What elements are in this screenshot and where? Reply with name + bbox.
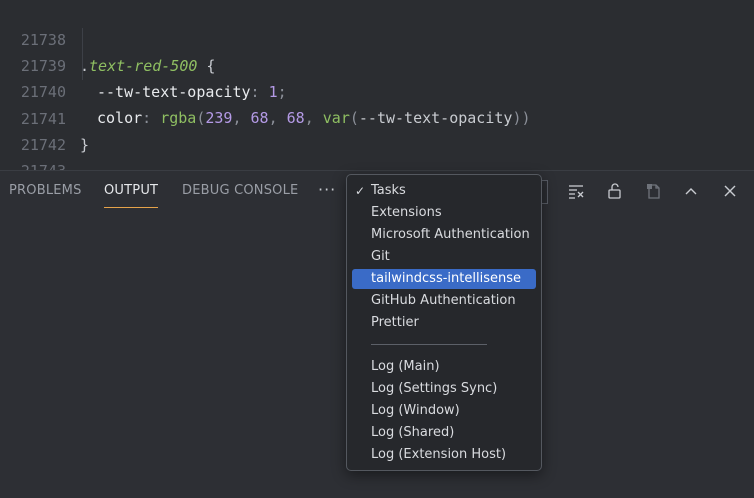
maximize-panel-icon[interactable] — [680, 180, 702, 202]
dropdown-item-log-settings-sync[interactable]: Log (Settings Sync) — [352, 379, 536, 399]
code-line[interactable]: 21741 } — [0, 80, 754, 154]
code-line[interactable]: 21742 — [0, 106, 754, 154]
clear-output-icon[interactable] — [565, 180, 587, 202]
lock-icon[interactable] — [604, 180, 626, 202]
dropdown-item-microsoft-authentication[interactable]: Microsoft Authentication — [352, 225, 536, 245]
dropdown-item-log-extension-host[interactable]: Log (Extension Host) — [352, 445, 536, 465]
checkmark-icon: ✓ — [355, 184, 366, 198]
dropdown-item-github-authentication[interactable]: GitHub Authentication — [352, 291, 536, 311]
dropdown-item-extensions[interactable]: Extensions — [352, 203, 536, 223]
dropdown-item-log-window[interactable]: Log (Window) — [352, 401, 536, 421]
tab-debug-console[interactable]: DEBUG CONSOLE — [182, 183, 298, 207]
code-line[interactable]: 21738 .text-red-500 { — [0, 1, 754, 75]
dropdown-item-git[interactable]: Git — [352, 247, 536, 267]
code-line[interactable]: 21743 .text-red-600 { — [0, 132, 754, 170]
dropdown-item-log-main[interactable]: Log (Main) — [352, 357, 536, 377]
dropdown-separator — [371, 344, 487, 345]
line-number: 21743 — [0, 158, 66, 170]
open-log-icon[interactable] — [643, 180, 665, 202]
dropdown-item-tailwindcss-intellisense[interactable]: tailwindcss-intellisense — [352, 269, 536, 289]
output-channel-dropdown: ✓ Tasks Extensions Microsoft Authenticat… — [346, 174, 542, 471]
code-line[interactable]: 21740 color: rgba(239, 68, 68, var(--tw-… — [0, 53, 754, 127]
tab-problems[interactable]: PROBLEMS — [9, 183, 82, 207]
more-actions-icon[interactable]: ··· — [318, 180, 336, 199]
tab-output[interactable]: OUTPUT — [104, 183, 159, 208]
dropdown-item-prettier[interactable]: Prettier — [352, 313, 536, 333]
dropdown-item-log-shared[interactable]: Log (Shared) — [352, 423, 536, 443]
dropdown-item-tasks[interactable]: ✓ Tasks — [352, 181, 536, 201]
close-icon[interactable] — [719, 180, 741, 202]
code-editor[interactable]: 21738 .text-red-500 { 21739 --tw-text-op… — [0, 0, 754, 170]
code-line[interactable]: 21739 --tw-text-opacity: 1; — [0, 27, 754, 101]
